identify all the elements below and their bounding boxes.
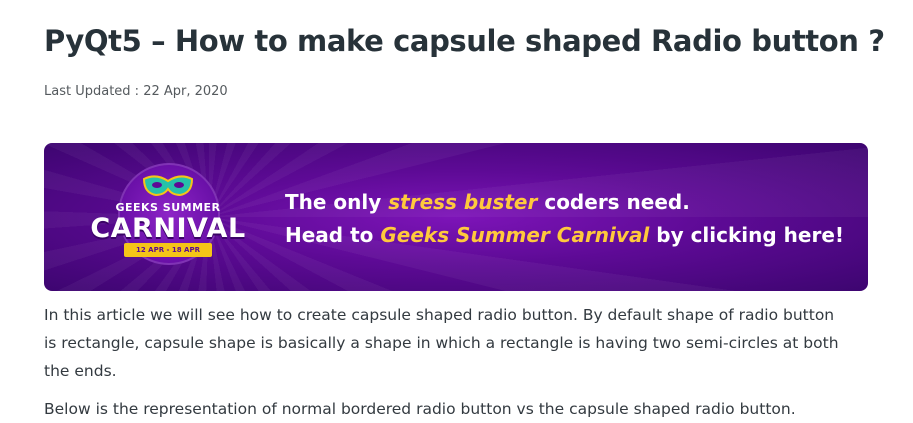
last-updated-date: Last Updated : 22 Apr, 2020 — [44, 84, 228, 99]
banner-line-1: The only stress buster coders need. — [285, 186, 844, 219]
banner-line-2-start: Head to — [285, 223, 381, 247]
banner-line-2-end: by clicking here! — [649, 223, 845, 247]
banner-line-1-start: The only — [285, 190, 389, 214]
carnival-promo-banner[interactable]: GEEKS SUMMER CARNIVAL 12 APR - 18 APR Th… — [44, 143, 868, 291]
banner-message: The only stress buster coders need. Head… — [285, 186, 844, 252]
representation-paragraph: Below is the representation of normal bo… — [44, 400, 796, 418]
banner-line-1-highlight: stress buster — [388, 190, 538, 214]
page-title: PyQt5 – How to make capsule shaped Radio… — [44, 24, 885, 58]
carnival-logo: GEEKS SUMMER CARNIVAL 12 APR - 18 APR — [80, 163, 256, 273]
intro-paragraph: In this article we will see how to creat… — [44, 306, 839, 380]
logo-big-text: CARNIVAL — [90, 213, 246, 244]
banner-line-1-end: coders need. — [537, 190, 690, 214]
carnival-mask-icon — [142, 175, 194, 197]
banner-line-2-highlight: Geeks Summer Carnival — [380, 223, 650, 247]
banner-line-2: Head to Geeks Summer Carnival by clickin… — [285, 219, 844, 252]
logo-date-ribbon: 12 APR - 18 APR — [124, 243, 212, 257]
